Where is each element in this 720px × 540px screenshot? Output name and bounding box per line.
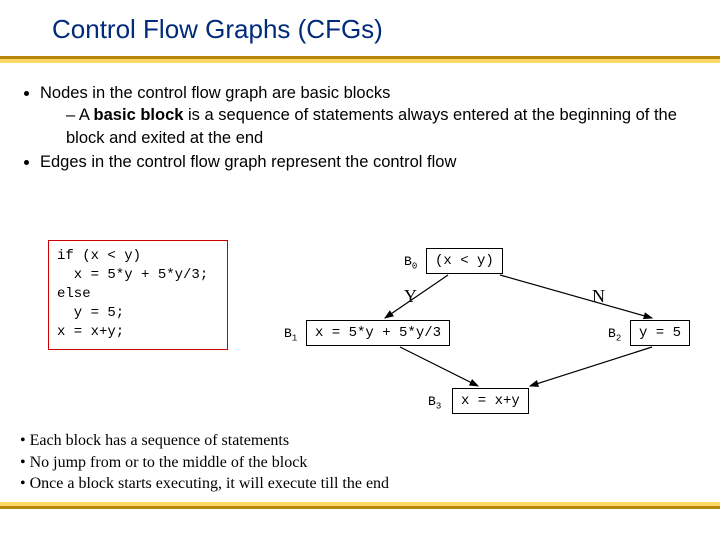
- bullet-1a: – A basic block is a sequence of stateme…: [40, 104, 702, 149]
- title-bar: [0, 59, 720, 63]
- block-b2-label: B2: [608, 326, 621, 344]
- block-b3: x = x+y: [452, 388, 529, 414]
- note-2: • No jump from or to the middle of the b…: [20, 452, 389, 474]
- footer-notes: • Each block has a sequence of statement…: [20, 430, 389, 495]
- note-1: • Each block has a sequence of statement…: [20, 430, 389, 452]
- note-3: • Once a block starts executing, it will…: [20, 473, 389, 495]
- footer-rule: [0, 506, 720, 509]
- edge-n-label: N: [592, 286, 605, 307]
- bullet-2: Edges in the control flow graph represen…: [40, 151, 702, 173]
- block-b1-label: B1: [284, 326, 297, 344]
- block-b3-label: B3: [428, 394, 441, 412]
- edge-y-label: Y: [404, 286, 417, 307]
- block-b0-label: B0: [404, 254, 417, 272]
- block-b0: (x < y): [426, 248, 503, 274]
- bullet-1: Nodes in the control flow graph are basi…: [40, 82, 702, 149]
- block-b2: y = 5: [630, 320, 690, 346]
- page-title: Control Flow Graphs (CFGs): [52, 14, 383, 45]
- bullet-list: Nodes in the control flow graph are basi…: [22, 82, 702, 175]
- block-b1: x = 5*y + 5*y/3: [306, 320, 450, 346]
- code-snippet: if (x < y) x = 5*y + 5*y/3; else y = 5; …: [48, 240, 228, 350]
